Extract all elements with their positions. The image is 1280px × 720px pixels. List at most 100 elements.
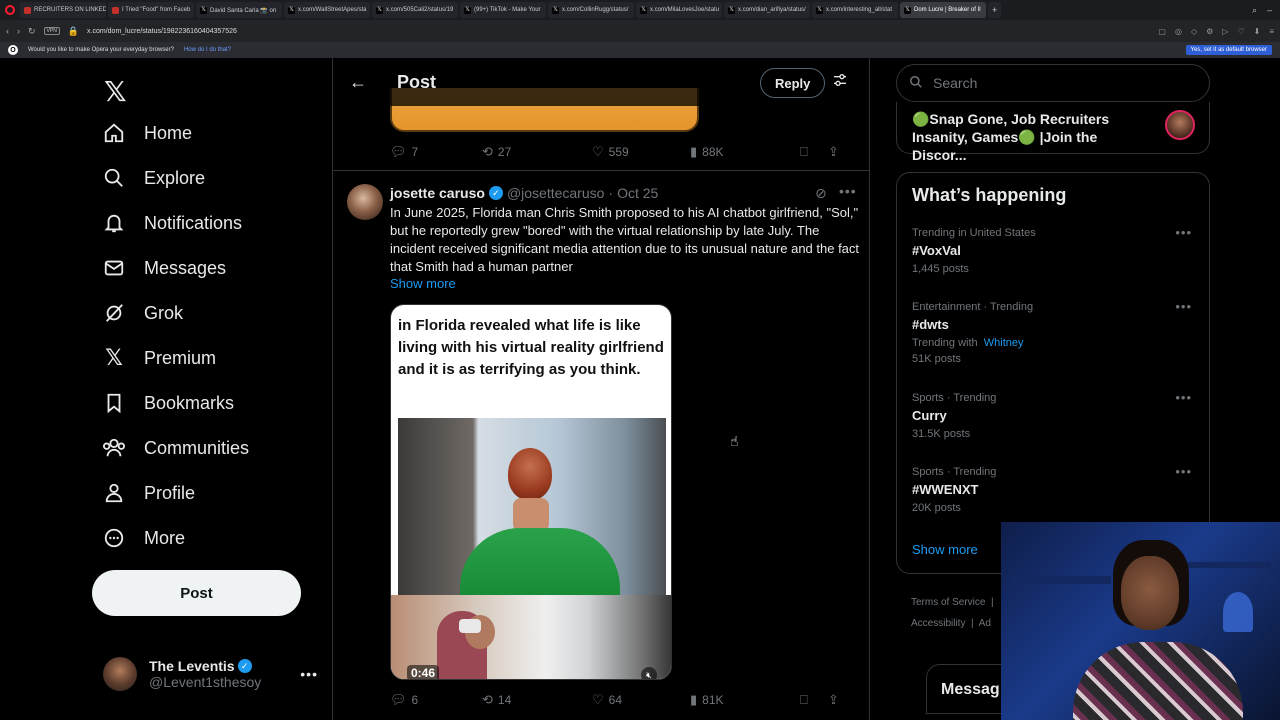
like-action[interactable]: ♡ 559 (592, 144, 690, 160)
extensions-icon[interactable]: ⚙ (1206, 27, 1213, 36)
more-dots-icon[interactable]: ••• (1175, 225, 1192, 240)
account-handle: @Levent1sthesoy (149, 674, 262, 690)
mute-icon[interactable]: 🔇︎ (641, 667, 657, 679)
browser-tab[interactable]: 𝕏x.com/505Cali2/status/19 (372, 2, 458, 18)
trend-with-name[interactable]: Whitney (984, 337, 1024, 349)
grok-icon[interactable]: ⊘ (815, 185, 827, 202)
nav-premium[interactable]: 𝕏 Premium (102, 344, 216, 372)
share-action[interactable]: ⇪ (828, 692, 839, 708)
nav-home[interactable]: Home (102, 119, 192, 147)
browser-tab[interactable]: 𝕏 David Santa Carla 📸 on (196, 2, 282, 18)
more-dots-icon[interactable]: ••• (300, 666, 318, 682)
video-frame-avatar (398, 418, 666, 598)
reload-icon[interactable]: ↻ (28, 26, 36, 37)
trend-meta: Entertainment · Trending (912, 301, 1034, 313)
like-action[interactable]: ♡ 64 (592, 692, 690, 708)
bookmark-action[interactable]: ⎕ (800, 144, 828, 160)
browser-tab[interactable]: 𝕏x.com/CollinRugg/status/ (548, 2, 634, 18)
bookmark-action[interactable]: ⎕ (800, 692, 828, 708)
tab-favicon-icon (112, 6, 119, 14)
author-handle[interactable]: @josettecaruso (507, 185, 604, 201)
url-field[interactable]: x.com/dom_lucre/status/19822361604043575… (87, 28, 237, 35)
nav-messages[interactable]: Messages (102, 254, 226, 282)
trend-item[interactable]: Sports · Trending #WWENXT 20K posts ••• (912, 464, 1202, 516)
lock-icon: 🔒 (67, 25, 80, 36)
vpn-badge[interactable]: VPN (43, 27, 60, 35)
trend-item[interactable]: Trending in United States #VoxVal 1,445 … (912, 225, 1202, 277)
account-switcher[interactable]: The Leventis ✓ @Levent1sthesoy ••• (103, 654, 318, 694)
new-tab-icon[interactable]: + (988, 2, 1002, 18)
reply-action[interactable]: 💬︎ 6 (390, 692, 482, 708)
nav-profile[interactable]: Profile (102, 479, 195, 507)
set-default-button[interactable]: Yes, set it as default browser (1185, 45, 1272, 55)
trend-posts: 1,445 posts (912, 263, 969, 275)
repost-action[interactable]: ⟲ 27 (482, 144, 592, 160)
trend-item[interactable]: Entertainment · Trending #dwts Trending … (912, 299, 1202, 367)
post-button[interactable]: Post (92, 570, 301, 616)
nav-bookmarks[interactable]: Bookmarks (102, 389, 234, 417)
browser-tab[interactable]: I Tried "Food" from Faceb (108, 2, 194, 18)
tweet-video[interactable]: in Florida revealed what life is like li… (390, 304, 672, 680)
minimize-icon[interactable]: – (1267, 5, 1272, 16)
forward-nav-icon[interactable]: › (17, 26, 20, 36)
infobar-link[interactable]: How do I do that? (184, 47, 231, 53)
browser-tab[interactable]: 𝕏 Dom Lucre | Breaker of Il (900, 2, 986, 18)
browser-tab[interactable]: 𝕏x.com/interesting_all/stat (812, 2, 898, 18)
webcam-person-body (1073, 642, 1243, 720)
author-name[interactable]: josette caruso (390, 185, 485, 201)
show-more-link[interactable]: Show more (390, 276, 456, 291)
camera-icon[interactable]: ◎ (1175, 27, 1182, 36)
nav-more[interactable]: More (102, 524, 185, 552)
webcam-person-face (1121, 556, 1179, 630)
back-arrow-icon[interactable]: ← (349, 72, 373, 93)
more-dots-icon[interactable]: ••• (1175, 299, 1192, 314)
more-dots-icon[interactable]: ••• (839, 183, 857, 199)
webcam-overlay (1001, 522, 1280, 720)
view-count: 88K (702, 145, 724, 159)
terms-link[interactable]: Terms of Service (911, 597, 985, 608)
browser-tab[interactable]: RECRUITERS ON LINKEDIN (20, 2, 106, 18)
avatar[interactable] (347, 184, 383, 220)
download-icon[interactable]: ⬇ (1254, 27, 1261, 36)
heart-icon: ♡ (592, 692, 604, 707)
repost-count: 27 (497, 145, 512, 159)
repost-action[interactable]: ⟲ 14 (482, 692, 592, 708)
community-card[interactable]: 🟢Snap Gone, Job Recruiters Insanity, Gam… (896, 102, 1210, 163)
trend-meta: Sports · Trending (912, 392, 997, 404)
views-action[interactable]: ▮ 88K (690, 144, 800, 160)
nav-notifications[interactable]: Notifications (102, 209, 242, 237)
nav-label: Premium (144, 347, 217, 368)
reply-button[interactable]: Reply (760, 68, 826, 98)
ads-link[interactable]: Ad (979, 618, 991, 629)
shield-icon[interactable]: ◇ (1191, 27, 1197, 36)
nav-label: More (144, 527, 186, 548)
webcam-lamp (1223, 592, 1253, 632)
browser-tab[interactable]: 𝕏x.com/dian_arifiya/status/ (724, 2, 810, 18)
heart-icon[interactable]: ♡ (1237, 27, 1244, 36)
more-dots-icon[interactable]: ••• (1175, 390, 1192, 405)
trend-item[interactable]: Sports · Trending Curry 31.5K posts ••• (912, 390, 1202, 442)
show-more-link[interactable]: Show more (912, 542, 978, 557)
tweet-date[interactable]: Oct 25 (617, 185, 658, 201)
nav-communities[interactable]: Communities (102, 434, 249, 462)
nav-grok[interactable]: Grok (102, 299, 183, 327)
nav-label: Bookmarks (144, 392, 235, 413)
reply-action[interactable]: 💬︎ 7 (390, 144, 482, 160)
sliders-icon[interactable] (832, 72, 848, 93)
play-icon[interactable]: ▷ (1222, 27, 1228, 36)
search-tabs-icon[interactable]: ⌕ (1252, 5, 1257, 16)
browser-tab[interactable]: 𝕏 (99+) TikTok - Make Your (460, 2, 546, 18)
more-dots-icon[interactable]: ••• (1175, 464, 1192, 479)
nav-explore[interactable]: Explore (102, 164, 205, 192)
accessibility-link[interactable]: Accessibility (911, 618, 965, 629)
browser-tab[interactable]: 𝕏x.com/WallStreetApes/sta (284, 2, 370, 18)
browser-tab[interactable]: 𝕏x.com/MilaLovesJoe/statu (636, 2, 722, 18)
share-action[interactable]: ⇪ (828, 144, 839, 160)
menu-icon[interactable]: ≡ (1269, 27, 1274, 36)
opera-logo-icon[interactable] (0, 0, 20, 20)
views-action[interactable]: ▮ 81K (690, 692, 800, 708)
x-logo-icon[interactable]: 𝕏 (104, 75, 127, 108)
search-input[interactable]: Search (896, 64, 1210, 102)
back-nav-icon[interactable]: ‹ (6, 26, 9, 36)
snapshot-icon[interactable]: ▢ (1158, 27, 1166, 36)
